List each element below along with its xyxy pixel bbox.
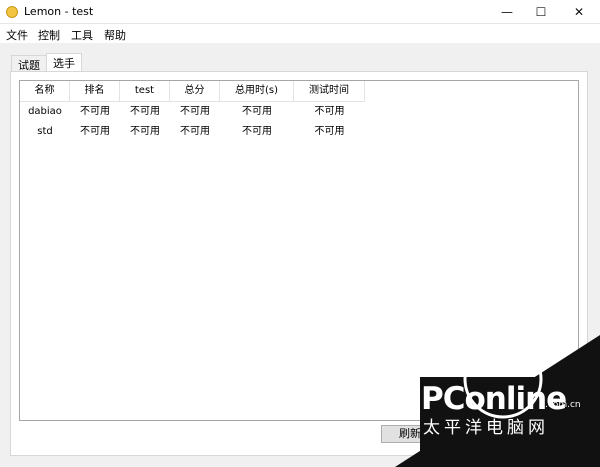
table-row[interactable]: dabiao 不可用 不可用 不可用 不可用 不可用 bbox=[20, 102, 365, 122]
table-row[interactable]: std 不可用 不可用 不可用 不可用 不可用 bbox=[20, 122, 365, 142]
cell-rank: 不可用 bbox=[80, 126, 110, 137]
column-header-test-time[interactable]: 测试时间 bbox=[294, 81, 365, 102]
menu-file[interactable]: 文件 bbox=[6, 27, 28, 43]
cell-total-score: 不可用 bbox=[180, 126, 210, 137]
watermark-brand: PConline bbox=[421, 381, 567, 417]
column-header-total-score[interactable]: 总分 bbox=[170, 81, 220, 102]
lemon-app-icon bbox=[6, 6, 18, 18]
column-header-test[interactable]: test bbox=[120, 81, 170, 102]
table-header-row: 名称 排名 test 总分 总用时(s) 测试时间 bbox=[20, 81, 365, 102]
cell-player-name: std bbox=[37, 126, 53, 137]
minimize-button[interactable]: — bbox=[490, 0, 524, 24]
cell-test-score: 不可用 bbox=[130, 106, 160, 117]
cell-test-time: 不可用 bbox=[314, 106, 345, 117]
maximize-button[interactable]: ☐ bbox=[524, 0, 558, 24]
menu-bar: 文件 控制 工具 帮助 bbox=[0, 24, 600, 44]
tab-exam[interactable]: 试题 bbox=[11, 55, 47, 72]
cell-test-time: 不可用 bbox=[314, 126, 345, 137]
cell-total-time: 不可用 bbox=[242, 126, 272, 137]
cell-total-time: 不可用 bbox=[242, 106, 272, 117]
watermark-chinese: 太平洋电脑网 bbox=[423, 418, 549, 438]
title-bar: Lemon - test — ☐ ✕ bbox=[0, 0, 600, 24]
menu-help[interactable]: 帮助 bbox=[104, 27, 126, 43]
cell-test-score: 不可用 bbox=[130, 126, 160, 137]
pconline-watermark: PConline .com.cn 太平洋电脑网 bbox=[395, 335, 600, 467]
column-header-name[interactable]: 名称 bbox=[20, 81, 70, 102]
cell-player-name: dabiao bbox=[28, 106, 62, 117]
cell-total-score: 不可用 bbox=[180, 106, 210, 117]
window-title: Lemon - test bbox=[24, 5, 94, 18]
column-header-total-time[interactable]: 总用时(s) bbox=[220, 81, 294, 102]
watermark-domain: .com.cn bbox=[545, 400, 581, 410]
column-header-rank[interactable]: 排名 bbox=[70, 81, 120, 102]
menu-tools[interactable]: 工具 bbox=[71, 27, 93, 43]
menu-control[interactable]: 控制 bbox=[38, 27, 60, 43]
close-button[interactable]: ✕ bbox=[562, 0, 596, 24]
tab-player[interactable]: 选手 bbox=[46, 53, 82, 72]
cell-rank: 不可用 bbox=[80, 106, 110, 117]
